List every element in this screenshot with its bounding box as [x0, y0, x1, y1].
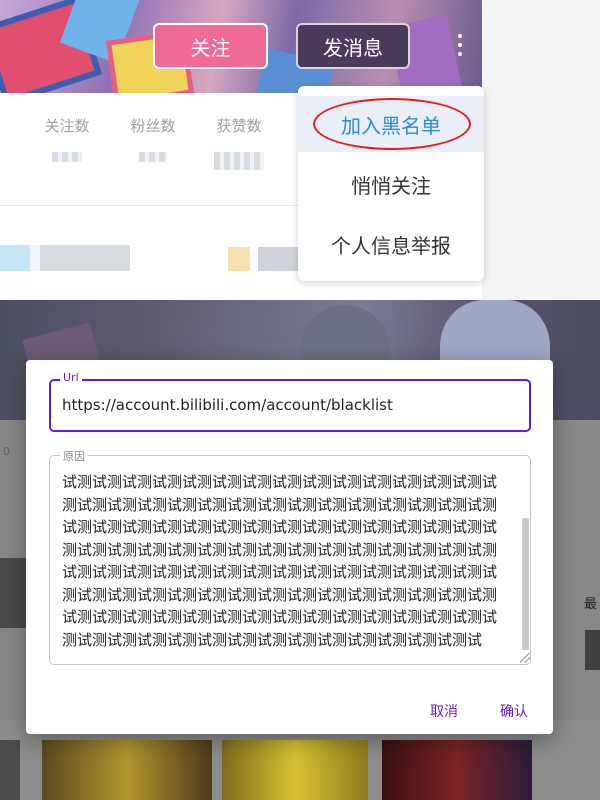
scrollbar-thumb[interactable]: [522, 518, 529, 650]
profile-banner: 关注 发消息: [0, 0, 482, 93]
background-thumbnails: [0, 740, 600, 800]
reason-field-label: 原因: [60, 448, 88, 464]
background-text: 最: [584, 597, 598, 612]
background-thumbnail: [585, 630, 600, 670]
background-thumbnail: [0, 740, 20, 800]
dialog-screenshot: 0 最 Url 原因 试测试测试测试测试测试测试测试测试测试测试测试测试测试测试…: [0, 300, 600, 800]
stat-label: 获赞数: [216, 117, 262, 135]
follow-button[interactable]: 关注: [153, 23, 268, 69]
menu-item-report-profile[interactable]: 个人信息举报: [298, 216, 484, 272]
cancel-button[interactable]: 取消: [430, 701, 458, 721]
profile-screenshot: 关注 发消息 关注数 粉丝数 获赞数 加入黑名单 悄悄关注 个人信息举报: [0, 0, 600, 300]
background-text: 0: [3, 445, 10, 458]
background-thumbnail: [42, 740, 212, 800]
more-vertical-icon[interactable]: [455, 34, 465, 60]
background-thumbnail: [222, 740, 368, 800]
menu-item-quiet-follow[interactable]: 悄悄关注: [298, 156, 484, 212]
resize-handle-icon[interactable]: [520, 653, 530, 663]
background-thumbnail: [0, 558, 26, 628]
send-message-button[interactable]: 发消息: [296, 23, 410, 69]
redacted-content: [228, 247, 298, 271]
stat-value-redacted: [139, 152, 167, 162]
stat-value-redacted: [214, 152, 264, 170]
stat-value-redacted: [52, 152, 82, 162]
reason-scrollbar[interactable]: [522, 470, 530, 658]
redacted-content: [0, 245, 130, 271]
stat-label: 粉丝数: [130, 117, 176, 135]
url-field-label: Url: [60, 371, 82, 384]
url-input[interactable]: [62, 396, 522, 414]
background-thumbnail: [382, 740, 532, 800]
stat-following[interactable]: 关注数: [32, 115, 102, 162]
annotation-circle: [313, 98, 471, 150]
report-dialog: Url 原因 试测试测试测试测试测试测试测试测试测试测试测试测试测试测试测试测试…: [26, 360, 553, 734]
reason-textarea[interactable]: 试测试测试测试测试测试测试测试测试测试测试测试测试测试测试测试测试测试测试测试测…: [62, 471, 508, 661]
stat-followers[interactable]: 粉丝数: [118, 115, 188, 162]
confirm-button[interactable]: 确认: [500, 701, 528, 721]
stat-label: 关注数: [44, 117, 90, 135]
stat-likes: 获赞数: [204, 115, 274, 170]
